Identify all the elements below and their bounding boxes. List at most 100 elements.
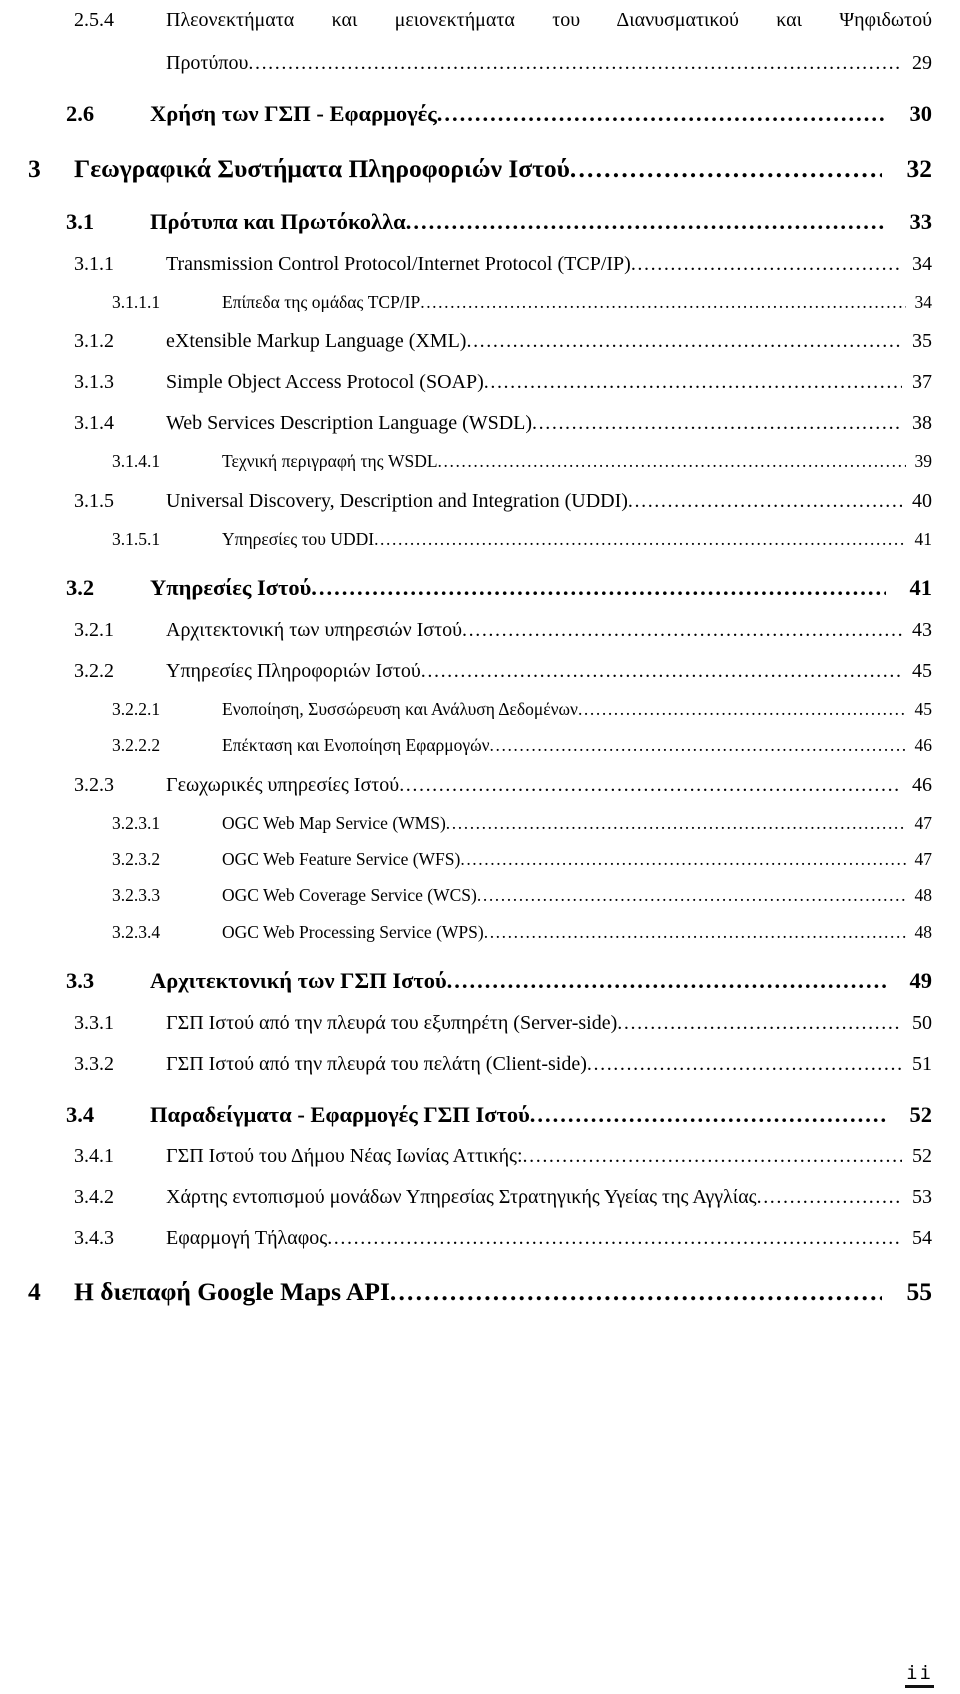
toc-entry-page-number: 51	[912, 1052, 932, 1075]
toc-entry[interactable]: 3.2.3.1 OGC Web Map Service (WMS) 47	[28, 812, 933, 833]
toc-entry[interactable]: 3.1.1.1 Επίπεδα της ομάδας TCP/IP 34	[28, 292, 933, 313]
toc-entry[interactable]: 3.2.2.2 Επέκταση και Ενοποίηση Εφαρμογών 4…	[28, 735, 932, 756]
toc-dot-leader	[248, 53, 902, 74]
toc-entry[interactable]: 3.2.1 Αρχιτεκτονική των υπηρεσιών Ιστού 43	[28, 618, 932, 641]
toc-dot-leader	[438, 452, 906, 470]
toc-entry-page-number: 35	[912, 330, 932, 353]
toc-entry[interactable]: 3.4 Παραδείγματα - Εφαρμογές ΓΣΠ Ιστού 52	[28, 1103, 932, 1127]
toc-entry[interactable]: 3.2 Υπηρεσίες Ιστού 41	[28, 576, 932, 600]
toc-dot-leader	[477, 886, 906, 904]
toc-dot-leader	[421, 661, 902, 682]
toc-entry-number: 3.1.3	[74, 371, 114, 394]
toc-entry-page-number: 46	[912, 773, 932, 796]
toc-dot-leader	[374, 530, 906, 548]
toc-entry-title: OGC Web Processing Service (WPS)	[222, 921, 484, 942]
toc-entry-title: Αρχιτεκτονική των ΓΣΠ Ιστού	[150, 968, 447, 994]
toc-entry-page-number: 50	[912, 1011, 932, 1034]
toc-dot-leader	[757, 1187, 902, 1208]
toc-entry[interactable]: 3.4.3 Εφαρμογή Τήλαφος 54	[28, 1228, 932, 1249]
toc-entry-page-number: 38	[912, 412, 932, 435]
toc-entry-title: Πλεονεκτήματα και μειονεκτήματα του Διαν…	[166, 9, 932, 31]
toc-entry-number: 3.2.1	[74, 618, 114, 641]
toc-entry[interactable]: 3.1.1 Transmission Control Protocol/Inter…	[28, 254, 932, 275]
toc-entry-title: Ενοποίηση, Συσσώρευση και Ανάλυση Δεδομέ…	[222, 698, 578, 719]
toc-entry[interactable]: 3.1 Πρότυπα και Πρωτόκολλα 33	[28, 210, 932, 234]
toc-entry-title: Χρήση των ΓΣΠ - Εφαρμογές	[150, 101, 437, 126]
toc-entry[interactable]: 3.2.3.4 OGC Web Processing Service (WPS) 4…	[28, 921, 932, 942]
toc-entry[interactable]: 3.2.3.3 OGC Web Coverage Service (WCS) 48	[28, 886, 932, 905]
toc-entry-title: Αρχιτεκτονική των υπηρεσιών Ιστού	[166, 618, 463, 641]
toc-entry-title: Εφαρμογή Τήλαφος	[166, 1227, 328, 1250]
toc-entry-page-number: 55	[906, 1277, 933, 1307]
toc-entry[interactable]: 2.6 Χρήση των ΓΣΠ - Εφαρμογές 30	[28, 102, 932, 126]
toc-entry-number: 3.2.3.4	[112, 921, 161, 942]
toc-entry[interactable]: 4 Η διεπαφή Google Maps API 55	[28, 1277, 933, 1307]
toc-entry-page-number: 40	[912, 489, 932, 512]
toc-dot-leader	[490, 736, 906, 754]
toc-entry-page-number: 43	[912, 618, 932, 641]
toc-entry-page-number: 41	[909, 575, 933, 601]
toc-entry-page-number: 52	[912, 1145, 932, 1168]
toc-entry[interactable]: 3.1.4 Web Services Description Language (…	[28, 413, 932, 434]
toc-dot-leader	[530, 1103, 886, 1127]
toc-entry-title: Τεχνική περιγραφή της WSDL	[222, 451, 438, 472]
toc-entry[interactable]: 3.4.1 ΓΣΠ Ιστού του Δήμου Νέας Ιωνίας Αττ…	[28, 1146, 932, 1167]
toc-dot-leader	[617, 1013, 902, 1034]
toc-entry-number: 3.1	[66, 209, 95, 235]
page-folio: ii	[905, 1664, 934, 1688]
toc-entry[interactable]: 3.1.5 Universal Discovery, Description an…	[28, 489, 932, 512]
toc-entry-title-continued: Προτύπου	[166, 52, 249, 74]
toc-dot-leader	[484, 372, 902, 393]
toc-entry-number: 3.1.1	[74, 253, 114, 276]
toc-entry-page-number: 30	[909, 101, 933, 126]
toc-entry-number: 3.2.2	[74, 659, 114, 682]
toc-entry[interactable]: 3.1.5.1 Υπηρεσίες του UDDI 41	[28, 528, 933, 549]
toc-entry[interactable]: 3.2.3.2 OGC Web Feature Service (WFS) 47	[28, 848, 932, 869]
toc-entry-number: 3.3.2	[74, 1052, 114, 1075]
toc-entry[interactable]: 3.2.2 Υπηρεσίες Πληροφοριών Ιστού 45	[28, 659, 932, 682]
toc-entry-title: Επέκταση και Ενοποίηση Εφαρμογών	[222, 735, 490, 756]
toc-entry[interactable]: 3.3.2 ΓΣΠ Ιστού από την πλευρά του πελάτη…	[28, 1052, 932, 1075]
toc-entry[interactable]: 3.2.3 Γεωχωρικές υπηρεσίες Ιστού 46	[28, 773, 932, 796]
toc-entry[interactable]: 3.1.4.1 Τεχνική περιγραφή της WSDL 39	[28, 451, 932, 472]
toc-entry-page-number: 33	[909, 209, 933, 235]
toc-entry-page-number: 34	[914, 292, 933, 313]
toc-entry[interactable]: 3.3.1 ΓΣΠ Ιστού από την πλευρά του εξυπηρ…	[28, 1011, 932, 1034]
toc-entry[interactable]: 3.2.2.1 Ενοποίηση, Συσσώρευση και Ανάλυση…	[28, 698, 932, 719]
toc-entry-page-number: 47	[914, 812, 933, 833]
toc-dot-leader	[311, 576, 886, 600]
page-footer: ii	[905, 1664, 934, 1688]
toc-dot-leader	[447, 969, 886, 993]
toc-entry[interactable]: 3.3 Αρχιτεκτονική των ΓΣΠ Ιστού 49	[28, 969, 932, 993]
toc-entry[interactable]: 3 Γεωγραφικά Συστήματα Πληροφοριών Ιστού 3…	[28, 153, 933, 183]
toc-entry-list: 2.5.4 Πλεονεκτήματα και μειονεκτήματα του…	[28, 10, 932, 1306]
toc-entry-number: 3.1.5.1	[112, 528, 161, 549]
toc-dot-leader	[570, 156, 882, 183]
toc-entry-number: 3.2	[66, 575, 95, 601]
toc-entry-number: 3.2.2.2	[112, 735, 161, 756]
toc-entry-number: 3.3	[66, 968, 95, 994]
toc-entry-number: 3.1.5	[74, 489, 114, 512]
toc-entry-title: ΓΣΠ Ιστού από την πλευρά του εξυπηρέτη (…	[166, 1011, 618, 1034]
toc-entry-title: Υπηρεσίες του UDDI	[222, 528, 375, 549]
toc-dot-leader	[327, 1228, 902, 1249]
toc-entry[interactable]: 3.1.3 Simple Object Access Protocol (SOAP…	[28, 372, 932, 393]
toc-entry-number: 3.2.2.1	[112, 698, 161, 719]
toc-entry-number: 3.1.4	[74, 412, 114, 435]
toc-dot-leader	[437, 102, 886, 126]
toc-entry-number: 3.4.1	[74, 1145, 114, 1168]
toc-entry-number: 4	[28, 1277, 41, 1307]
toc-entry-number: 3.2.3.2	[112, 848, 161, 869]
toc-entry-page-number: 32	[906, 153, 933, 183]
toc-entry-title: Πρότυπα και Πρωτόκολλα	[150, 209, 406, 235]
toc-entry-title: ΓΣΠ Ιστού από την πλευρά του πελάτη (Cli…	[166, 1052, 587, 1075]
toc-entry[interactable]: 2.5.4 Πλεονεκτήματα και μειονεκτήματα του…	[28, 10, 932, 74]
toc-entry[interactable]: 3.1.2 eXtensible Markup Language (XML) 35	[28, 331, 932, 352]
toc-dot-leader	[578, 700, 906, 718]
toc-entry-title: Simple Object Access Protocol (SOAP)	[166, 371, 484, 394]
toc-entry[interactable]: 3.4.2 Χάρτης εντοπισμού μονάδων Υπηρεσίας…	[28, 1187, 932, 1208]
toc-entry-number: 3	[28, 153, 41, 183]
toc-dot-leader	[466, 331, 902, 352]
toc-entry-page-number: 41	[914, 528, 933, 549]
toc-dot-leader	[523, 1146, 902, 1167]
